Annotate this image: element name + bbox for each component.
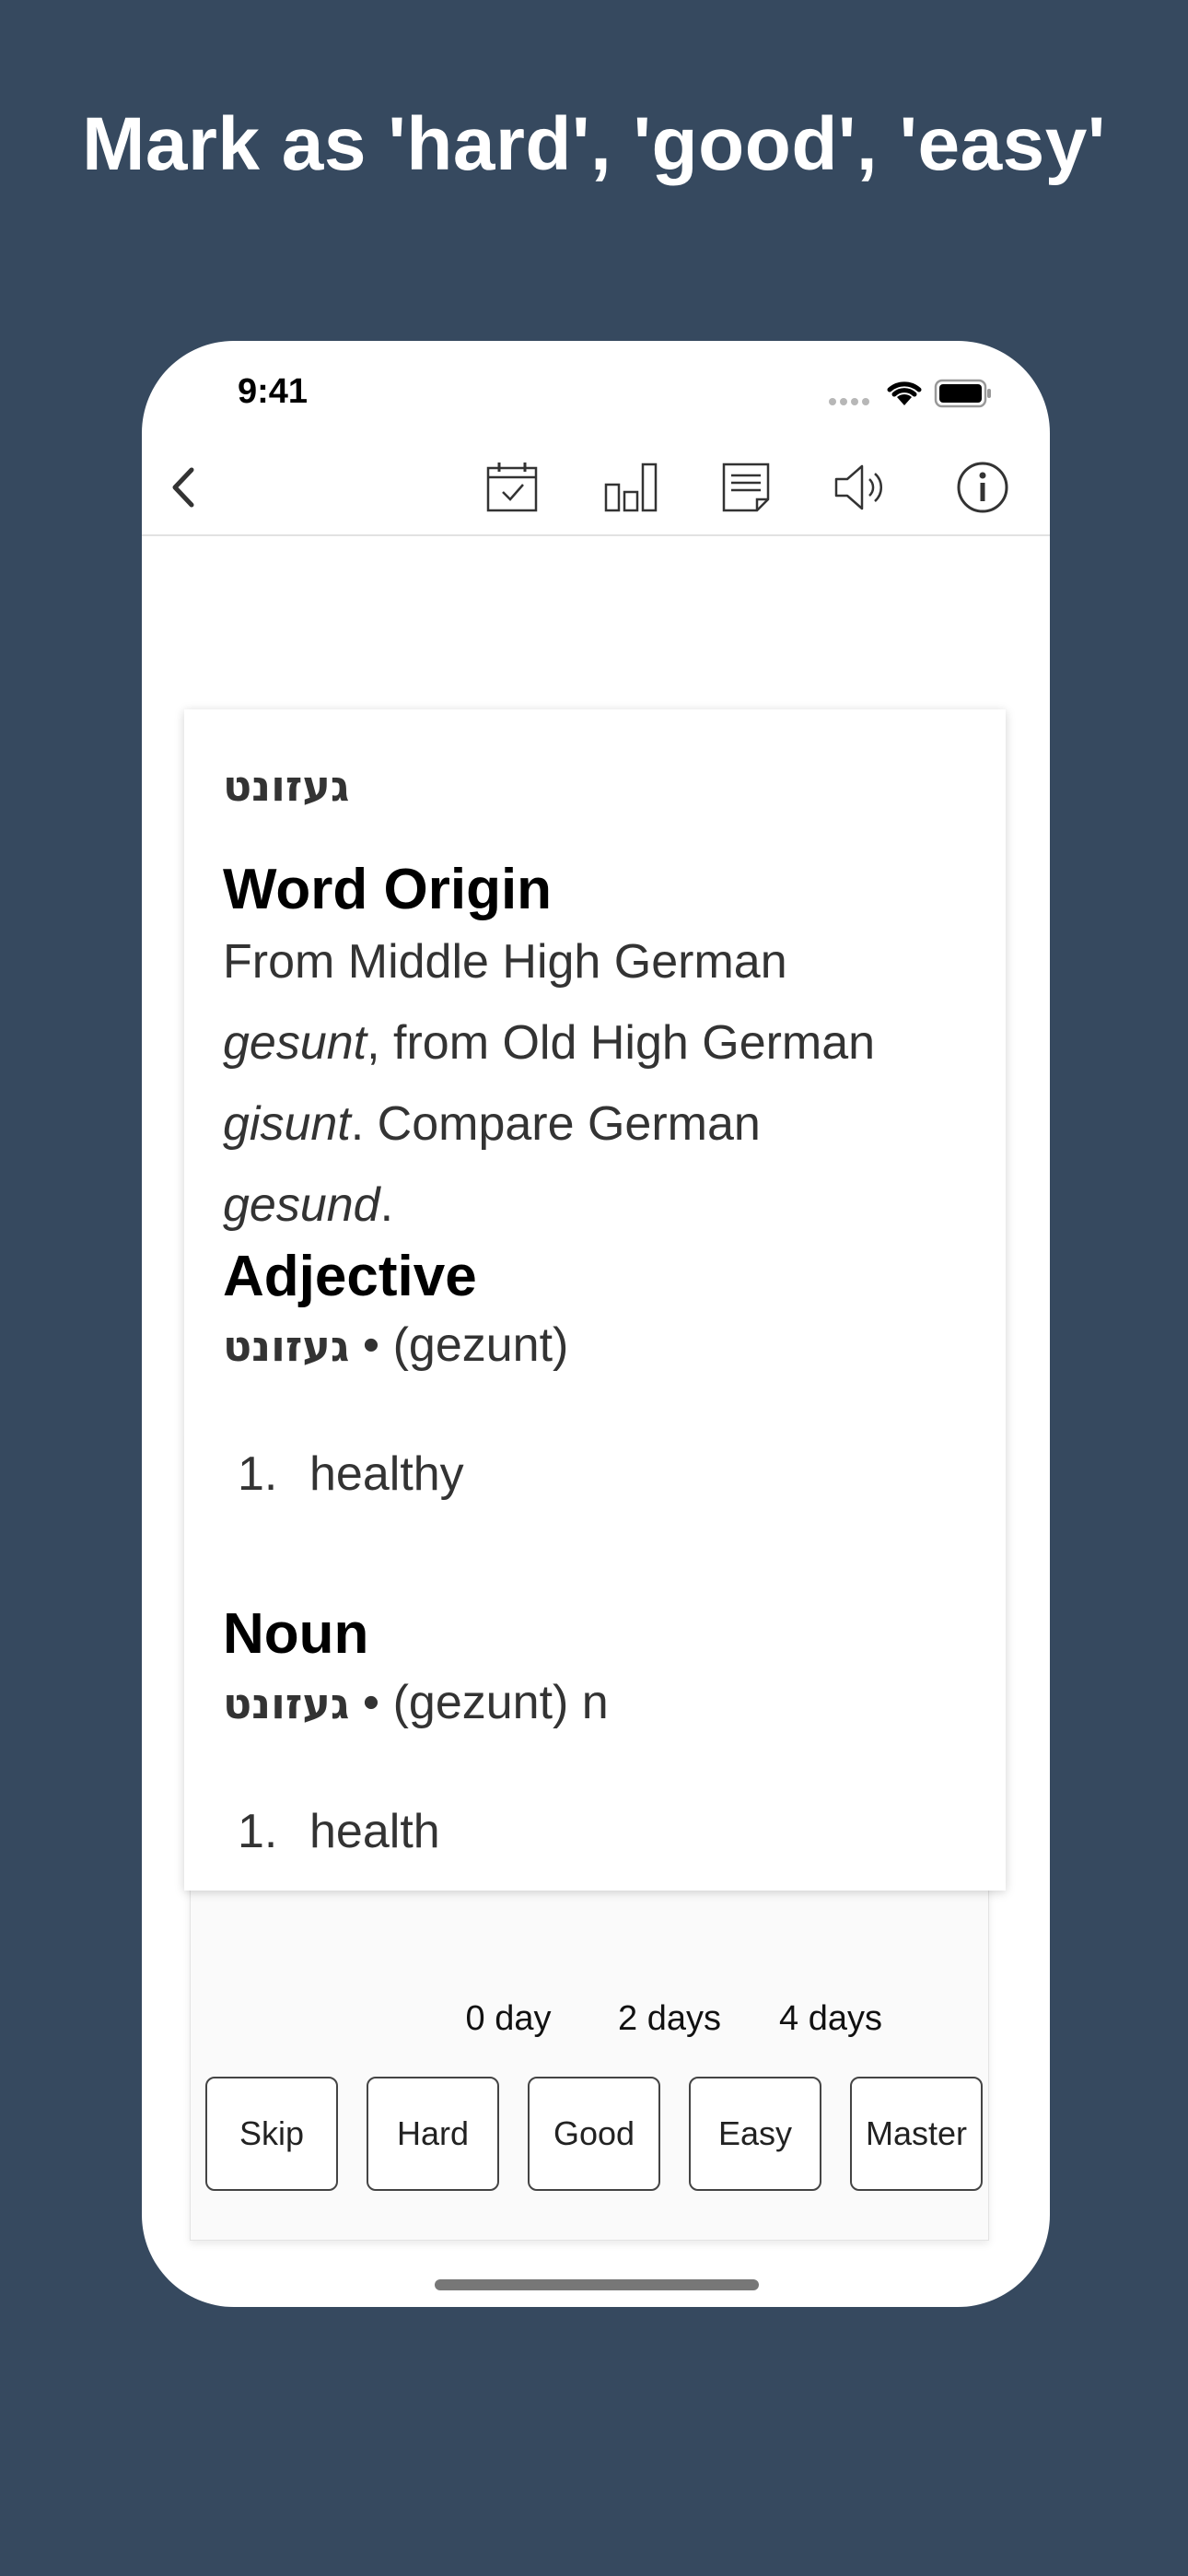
interval-labels: 0 day 2 days 4 days <box>142 1999 1050 2055</box>
word-origin-title: Word Origin <box>223 858 553 921</box>
word-origin-line-2: gesunt, from Old High German <box>223 1002 960 1083</box>
noun-headword-line: געזונט • (gezunt) n <box>223 1675 609 1730</box>
toolbar-divider <box>142 534 1050 536</box>
status-time: 9:41 <box>238 372 309 411</box>
adjective-headword: געזונט <box>223 1321 350 1371</box>
easy-interval-label: 4 days <box>779 1999 882 2038</box>
definition-text: health <box>309 1805 440 1858</box>
definition-number: 1. <box>238 1805 278 1858</box>
word-origin-line-3: gisunt. Compare German <box>223 1083 960 1165</box>
toolbar <box>142 442 1050 534</box>
wifi-icon <box>887 381 922 405</box>
speaker-icon[interactable] <box>831 457 891 518</box>
easy-button[interactable]: Easy <box>689 2077 821 2191</box>
notes-icon[interactable] <box>716 457 777 518</box>
good-interval-label: 2 days <box>618 1999 721 2038</box>
word-origin-text-part: . <box>379 1178 394 1232</box>
definition-number: 1. <box>238 1447 278 1501</box>
italic-term: gesund <box>223 1178 380 1232</box>
noun-title: Noun <box>223 1602 369 1666</box>
status-bar: 9:41 <box>142 341 1050 442</box>
good-button[interactable]: Good <box>528 2077 660 2191</box>
headword: געזונט <box>223 761 350 811</box>
calendar-check-icon[interactable] <box>483 457 543 518</box>
word-origin-text: From Middle High German gesunt, from Old… <box>223 921 960 1246</box>
info-icon[interactable] <box>952 457 1013 518</box>
phone-screen: 9:41 געזונט Word Origin From Middle High… <box>142 341 1050 2307</box>
master-button[interactable]: Master <box>850 2077 983 2191</box>
bar-chart-icon[interactable] <box>600 457 661 518</box>
hard-button[interactable]: Hard <box>367 2077 499 2191</box>
skip-button[interactable]: Skip <box>205 2077 338 2191</box>
adjective-headword-line: געזונט • (gezunt) <box>223 1317 568 1373</box>
hard-interval-label: 0 day <box>465 1999 552 2038</box>
noun-headword: געזונט <box>223 1679 350 1728</box>
word-origin-text-part: . Compare German <box>350 1097 761 1151</box>
word-origin-line-4: gesund. <box>223 1165 960 1246</box>
noun-definition-1: 1. health <box>238 1804 440 1859</box>
home-indicator[interactable] <box>435 2279 759 2290</box>
adjective-pronunciation: • (gezunt) <box>349 1318 569 1372</box>
back-chevron-icon[interactable] <box>155 457 215 518</box>
word-origin-text-part: , from Old High German <box>367 1016 876 1070</box>
page-headline: Mark as 'hard', 'good', 'easy' <box>82 102 1106 186</box>
adjective-definition-1: 1. healthy <box>238 1446 464 1502</box>
battery-icon <box>934 379 991 408</box>
flashcard[interactable]: געזונט Word Origin From Middle High Germ… <box>184 709 1006 1891</box>
italic-term: gisunt <box>223 1097 351 1151</box>
adjective-title: Adjective <box>223 1245 477 1308</box>
signal-dots-icon <box>829 398 873 405</box>
italic-term: gesunt <box>223 1016 367 1070</box>
noun-pronunciation: • (gezunt) n <box>349 1676 609 1729</box>
word-origin-line-1: From Middle High German <box>223 935 787 989</box>
definition-text: healthy <box>309 1447 464 1501</box>
